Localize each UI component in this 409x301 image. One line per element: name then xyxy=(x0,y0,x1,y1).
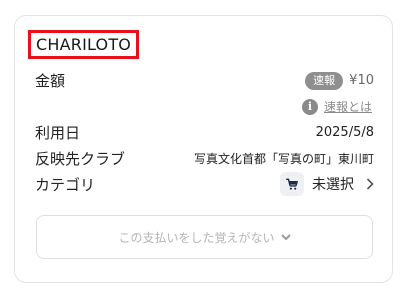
info-icon: i xyxy=(301,98,318,115)
club-label: 反映先クラブ xyxy=(35,150,126,168)
amount-value-group: 速報 ¥10 xyxy=(305,71,374,90)
date-label: 利用日 xyxy=(35,124,81,142)
category-value: 未選択 xyxy=(312,177,354,193)
category-selector[interactable]: 未選択 xyxy=(280,172,374,196)
preliminary-badge: 速報 xyxy=(305,71,344,90)
amount-row: 金額 速報 ¥10 xyxy=(35,70,374,91)
preliminary-info-link-text[interactable]: 速報とは xyxy=(324,98,372,115)
category-row[interactable]: カテゴリ 未選択 xyxy=(35,172,374,196)
date-value: 2025/5/8 xyxy=(315,125,374,140)
club-row: 反映先クラブ 写真文化首都「写真の町」東川町 xyxy=(35,148,374,169)
merchant-name: CHARILOTO xyxy=(28,30,140,59)
amount-value: ¥10 xyxy=(349,73,374,88)
date-row: 利用日 2025/5/8 xyxy=(35,122,374,143)
preliminary-info-link[interactable]: i 速報とは xyxy=(301,98,372,115)
category-label: カテゴリ xyxy=(35,175,96,194)
dispute-button[interactable]: この支払いをした覚えがない xyxy=(36,215,373,259)
chevron-down-icon xyxy=(280,231,291,244)
club-value: 写真文化首都「写真の町」東川町 xyxy=(193,152,374,166)
dispute-button-label: この支払いをした覚えがない xyxy=(118,230,275,245)
transaction-card: CHARILOTO 金額 速報 ¥10 i 速報とは 利用日 2025/5/8 … xyxy=(14,15,393,283)
chevron-right-icon xyxy=(366,175,374,194)
amount-label: 金額 xyxy=(35,72,66,90)
cart-icon xyxy=(280,172,304,196)
